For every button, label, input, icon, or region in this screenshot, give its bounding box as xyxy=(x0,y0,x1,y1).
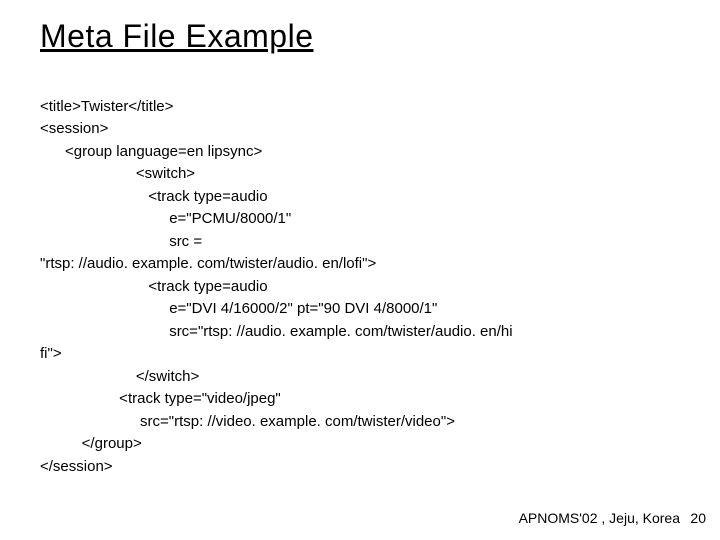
code-line: <group language=en lipsync> xyxy=(40,143,262,160)
code-block: <title>Twister</title> <session> <group … xyxy=(40,73,680,478)
code-line: src="rtsp: //audio. example. com/twister… xyxy=(40,323,513,340)
code-line: e="PCMU/8000/1" xyxy=(40,210,291,227)
code-line: <track type="video/jpeg" xyxy=(40,390,281,407)
code-line: <session> xyxy=(40,120,108,137)
code-line: <track type=audio xyxy=(40,188,268,205)
code-line: <title>Twister</title> xyxy=(40,98,173,115)
code-line: <switch> xyxy=(40,165,195,182)
slide: Meta File Example <title>Twister</title>… xyxy=(0,0,720,540)
code-line: <track type=audio xyxy=(40,278,268,295)
page-number: 20 xyxy=(690,510,706,526)
code-line: src = xyxy=(40,233,202,250)
code-line: </switch> xyxy=(40,368,199,385)
code-line: </session> xyxy=(40,458,113,475)
code-line: e="DVI 4/16000/2" pt="90 DVI 4/8000/1" xyxy=(40,300,437,317)
footer-text: APNOMS'02 , Jeju, Korea xyxy=(519,510,680,526)
code-line: fi"> xyxy=(40,345,62,362)
code-line: </group> xyxy=(40,435,142,452)
code-line: "rtsp: //audio. example. com/twister/aud… xyxy=(40,255,376,272)
code-line: src="rtsp: //video. example. com/twister… xyxy=(40,413,455,430)
page-title: Meta File Example xyxy=(40,18,680,55)
